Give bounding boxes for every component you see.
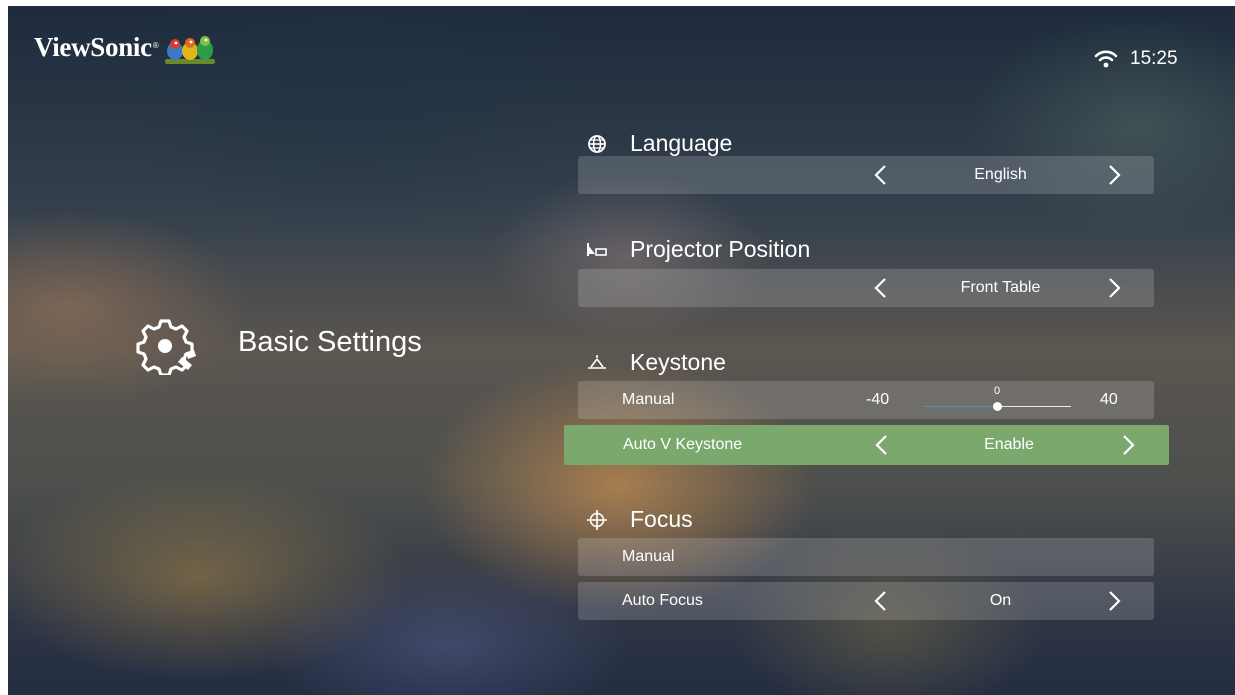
chevron-right-icon[interactable] [1108,590,1122,612]
auto-focus-value: On [989,592,1012,609]
language-selector[interactable]: English [578,156,1154,194]
chevron-left-icon[interactable] [874,434,888,456]
keystone-slider[interactable]: 0 [923,385,1071,411]
chevron-left-icon[interactable] [873,164,887,186]
auto-focus-selector[interactable]: Auto Focus On [578,582,1154,620]
chevron-right-icon[interactable] [1122,434,1136,456]
projector-position-title: Projector Position [630,236,811,262]
clock-time: 15:25 [1130,48,1178,69]
registered-mark: ® [152,41,159,50]
focus-header: Focus [586,506,693,533]
settings-screen: ViewSonic ® 15:25 Basic Settings Languag… [8,6,1235,695]
keystone-manual-label: Manual [622,391,675,408]
status-bar: 15:25 [1094,48,1178,70]
keystone-current-value: 0 [993,385,1001,397]
projector-position-value: Front Table [960,279,1041,296]
projector-position-selector[interactable]: Front Table [578,269,1154,307]
language-title: Language [630,130,733,156]
projector-position-header: Projector Position [586,236,810,263]
wifi-icon [1094,50,1118,68]
keystone-icon [586,352,608,374]
language-header: Language [586,130,732,157]
chevron-left-icon[interactable] [873,277,887,299]
projector-position-icon [586,239,608,261]
focus-title: Focus [630,506,693,532]
language-value: English [974,166,1027,183]
brand-name: ViewSonic [34,32,152,62]
auto-v-keystone-selector[interactable]: Auto V Keystone Enable [564,425,1169,465]
brand-logo: ViewSonic ® [34,32,217,68]
auto-focus-label: Auto Focus [622,592,703,609]
keystone-slider-fill [923,406,997,407]
category-title: Basic Settings [238,326,422,358]
keystone-min-label: -40 [866,391,890,408]
globe-icon [586,133,608,155]
keystone-manual-row[interactable]: Manual -40 0 40 [578,381,1154,419]
bird-logo-icon [164,36,215,64]
chevron-right-icon[interactable] [1108,277,1122,299]
keystone-slider-knob[interactable] [992,402,1002,411]
keystone-title: Keystone [630,349,726,375]
auto-v-keystone-label: Auto V Keystone [623,436,743,453]
chevron-left-icon[interactable] [873,590,887,612]
chevron-right-icon[interactable] [1108,164,1122,186]
keystone-max-label: 40 [1100,391,1118,408]
focus-manual-row[interactable]: Manual [578,538,1154,576]
keystone-header: Keystone [586,349,726,376]
focus-manual-label: Manual [622,548,675,565]
gear-icon [136,319,196,375]
focus-crosshair-icon [586,509,608,531]
auto-v-keystone-value: Enable [984,436,1034,453]
